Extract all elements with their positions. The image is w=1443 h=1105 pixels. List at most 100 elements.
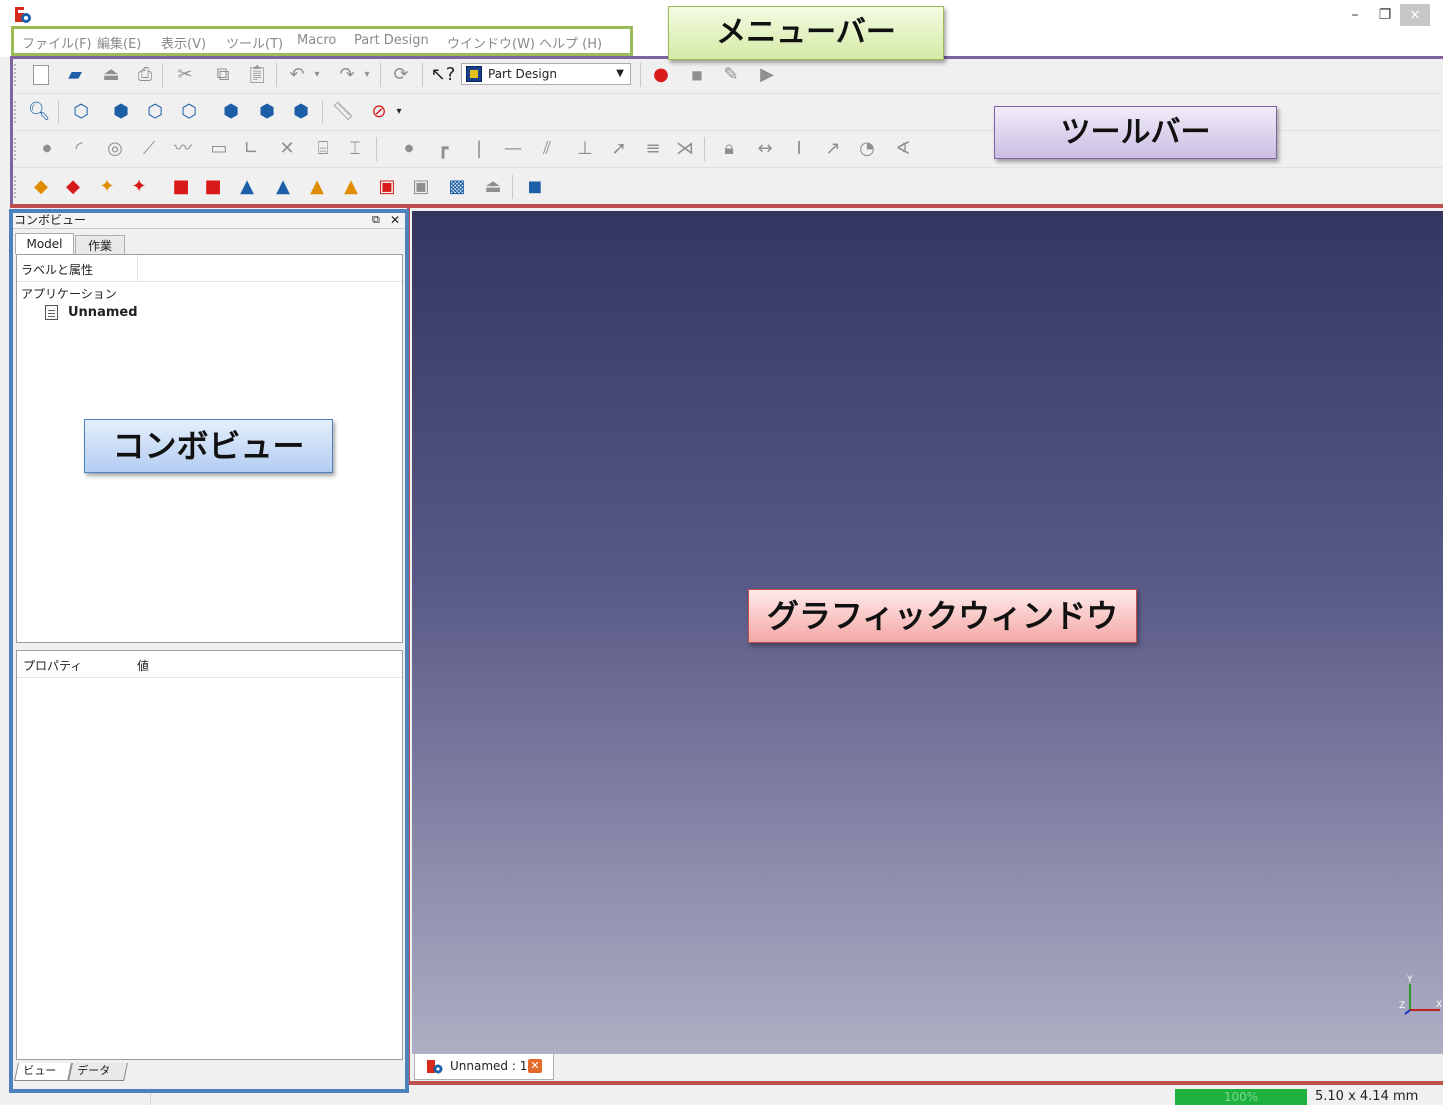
property-header: プロパティ 値 [17, 651, 402, 678]
constraint-symmetric-icon[interactable]: ⋊ [672, 136, 698, 162]
measure-icon[interactable]: 📏︎ [330, 99, 356, 125]
close-panel-icon[interactable]: ✕ [390, 211, 400, 229]
mirrored-icon[interactable]: ▲ [234, 174, 260, 200]
tree-item-document[interactable]: Unnamed [68, 305, 138, 320]
menu-help[interactable]: ヘルプ (H) [539, 33, 602, 52]
export-icon[interactable]: ⏏ [480, 174, 506, 200]
menu-window[interactable]: ウインドウ(W) [447, 33, 535, 52]
pad-icon[interactable]: ◆ [28, 174, 54, 200]
linear-pattern-icon[interactable]: ▲ [270, 174, 296, 200]
property-view[interactable]: プロパティ 値 [16, 650, 403, 1060]
callout-graphic-window: グラフィックウィンドウ [748, 589, 1137, 643]
fit-all-icon[interactable]: 🔍︎ [26, 99, 52, 125]
property-name-header: プロパティ [23, 659, 83, 673]
constraint-lock-icon[interactable]: 🔒︎ [716, 136, 742, 162]
whats-this-icon[interactable]: ↖? [430, 62, 456, 88]
clear-measure-icon[interactable]: ⊘ [366, 99, 392, 125]
multi-transform-icon[interactable]: ▲ [338, 174, 364, 200]
menu-macro[interactable]: Macro [297, 33, 336, 48]
document-tab[interactable]: Unnamed : 1 ✕ [414, 1054, 554, 1080]
sketch-construction-icon[interactable]: ⌶ [342, 136, 368, 162]
tree-item-application[interactable]: アプリケーション [21, 285, 117, 302]
chamfer-icon[interactable]: ■ [200, 174, 226, 200]
record-macro-icon[interactable]: ● [648, 62, 674, 88]
close-tab-icon[interactable]: ✕ [528, 1059, 542, 1073]
new-document-icon[interactable] [28, 62, 54, 88]
undo-icon[interactable]: ↶ [284, 62, 310, 88]
workbench-selector[interactable]: Part Design ▼ [461, 63, 631, 85]
print-icon[interactable]: ⎙ [132, 62, 158, 88]
menu-edit[interactable]: 編集(E) [97, 33, 141, 52]
bottom-view-icon[interactable]: ⬢ [254, 99, 280, 125]
thickness-icon[interactable]: ▣ [408, 174, 434, 200]
toolbar-grip[interactable] [14, 101, 18, 123]
stop-macro-icon[interactable]: ■ [684, 62, 710, 88]
combo-view: コンボビュー ⧉ ✕ Model 作業 ラベルと属性 アプリケーション Unna… [12, 211, 405, 1090]
menu-view[interactable]: 表示(V) [161, 33, 206, 52]
refresh-icon[interactable]: ⟳ [388, 62, 414, 88]
constraint-horizontal-icon[interactable]: — [500, 136, 526, 162]
constraint-radius-icon[interactable]: ◔ [854, 136, 880, 162]
undo-dropdown-icon[interactable]: ▾ [310, 62, 324, 88]
restore-button[interactable]: ❐ [1370, 4, 1400, 26]
constraint-parallel-icon[interactable]: ⫽ [534, 136, 560, 162]
cut-icon[interactable]: ✂ [172, 62, 198, 88]
minimize-button[interactable]: – [1340, 4, 1370, 26]
toolbar-grip[interactable] [14, 138, 18, 160]
constraint-angle-icon[interactable]: ∢ [890, 136, 916, 162]
copy-icon[interactable]: ⧉ [210, 62, 236, 88]
constraint-vertical-icon[interactable]: | [466, 136, 492, 162]
rear-view-icon[interactable]: ⬢ [218, 99, 244, 125]
sketch-trim-icon[interactable]: ✕ [274, 136, 300, 162]
run-macro-icon[interactable]: ▶ [754, 62, 780, 88]
front-view-icon[interactable]: ⬢ [108, 99, 134, 125]
menu-file[interactable]: ファイル(F) [22, 33, 92, 52]
top-view-icon[interactable]: ⬡ [142, 99, 168, 125]
redo-dropdown-icon[interactable]: ▾ [360, 62, 374, 88]
sketch-arc-icon[interactable]: ◜ [66, 136, 92, 162]
sketch-point-icon[interactable]: ● [34, 136, 60, 162]
right-view-icon[interactable]: ⬡ [176, 99, 202, 125]
float-panel-icon[interactable]: ⧉ [372, 211, 380, 229]
edit-macro-icon[interactable]: ✎ [718, 62, 744, 88]
polar-pattern-icon[interactable]: ▲ [304, 174, 330, 200]
constraint-vertical-distance-icon[interactable]: Ι [786, 136, 812, 162]
body-icon[interactable]: ◼ [522, 174, 548, 200]
pocket-icon[interactable]: ◆ [60, 174, 86, 200]
sketch-external-geometry-icon[interactable]: ⌸ [310, 136, 336, 162]
sketch-fillet-icon[interactable]: ∟ [238, 136, 264, 162]
constraint-equal-icon[interactable]: ≡ [640, 136, 666, 162]
revolution-icon[interactable]: ✦ [94, 174, 120, 200]
close-button[interactable]: × [1400, 4, 1430, 26]
save-icon[interactable]: ⏏ [98, 62, 124, 88]
isometric-view-icon[interactable]: ⬡ [68, 99, 94, 125]
sketch-circle-icon[interactable]: ◎ [102, 136, 128, 162]
sketch-rectangle-icon[interactable]: ▭ [206, 136, 232, 162]
redo-icon[interactable]: ↷ [334, 62, 360, 88]
left-view-icon[interactable]: ⬢ [288, 99, 314, 125]
constraint-horizontal-distance-icon[interactable]: ↔ [752, 136, 778, 162]
tab-property-view[interactable]: ビュー [14, 1063, 72, 1081]
groove-icon[interactable]: ✦ [126, 174, 152, 200]
toolbar-grip[interactable] [14, 176, 18, 198]
draft-icon[interactable]: ▣ [374, 174, 400, 200]
open-folder-icon[interactable]: ▰ [62, 62, 88, 88]
tab-task[interactable]: 作業 [75, 235, 125, 254]
sketch-polyline-icon[interactable]: 〰 [170, 136, 196, 162]
tree-header: ラベルと属性 [17, 255, 402, 282]
menu-tools[interactable]: ツール(T) [226, 33, 283, 52]
tab-model[interactable]: Model [15, 233, 74, 254]
toolbar-grip[interactable] [14, 64, 18, 86]
measure-dropdown-icon[interactable]: ▾ [392, 99, 406, 125]
paste-icon[interactable]: 📋︎ [244, 62, 270, 88]
menu-part-design[interactable]: Part Design [354, 33, 429, 48]
constraint-distance-icon[interactable]: ↗ [820, 136, 846, 162]
constraint-perpendicular-icon[interactable]: ⊥ [572, 136, 598, 162]
datum-icon[interactable]: ▩ [444, 174, 470, 200]
tab-property-data[interactable]: データ [68, 1063, 128, 1081]
constraint-coincident-icon[interactable]: ● [396, 136, 422, 162]
sketch-line-icon[interactable]: ⟋ [136, 136, 162, 162]
fillet-icon[interactable]: ■ [168, 174, 194, 200]
constraint-point-on-object-icon[interactable]: ┏ [430, 136, 456, 162]
constraint-tangent-icon[interactable]: ➚ [606, 136, 632, 162]
